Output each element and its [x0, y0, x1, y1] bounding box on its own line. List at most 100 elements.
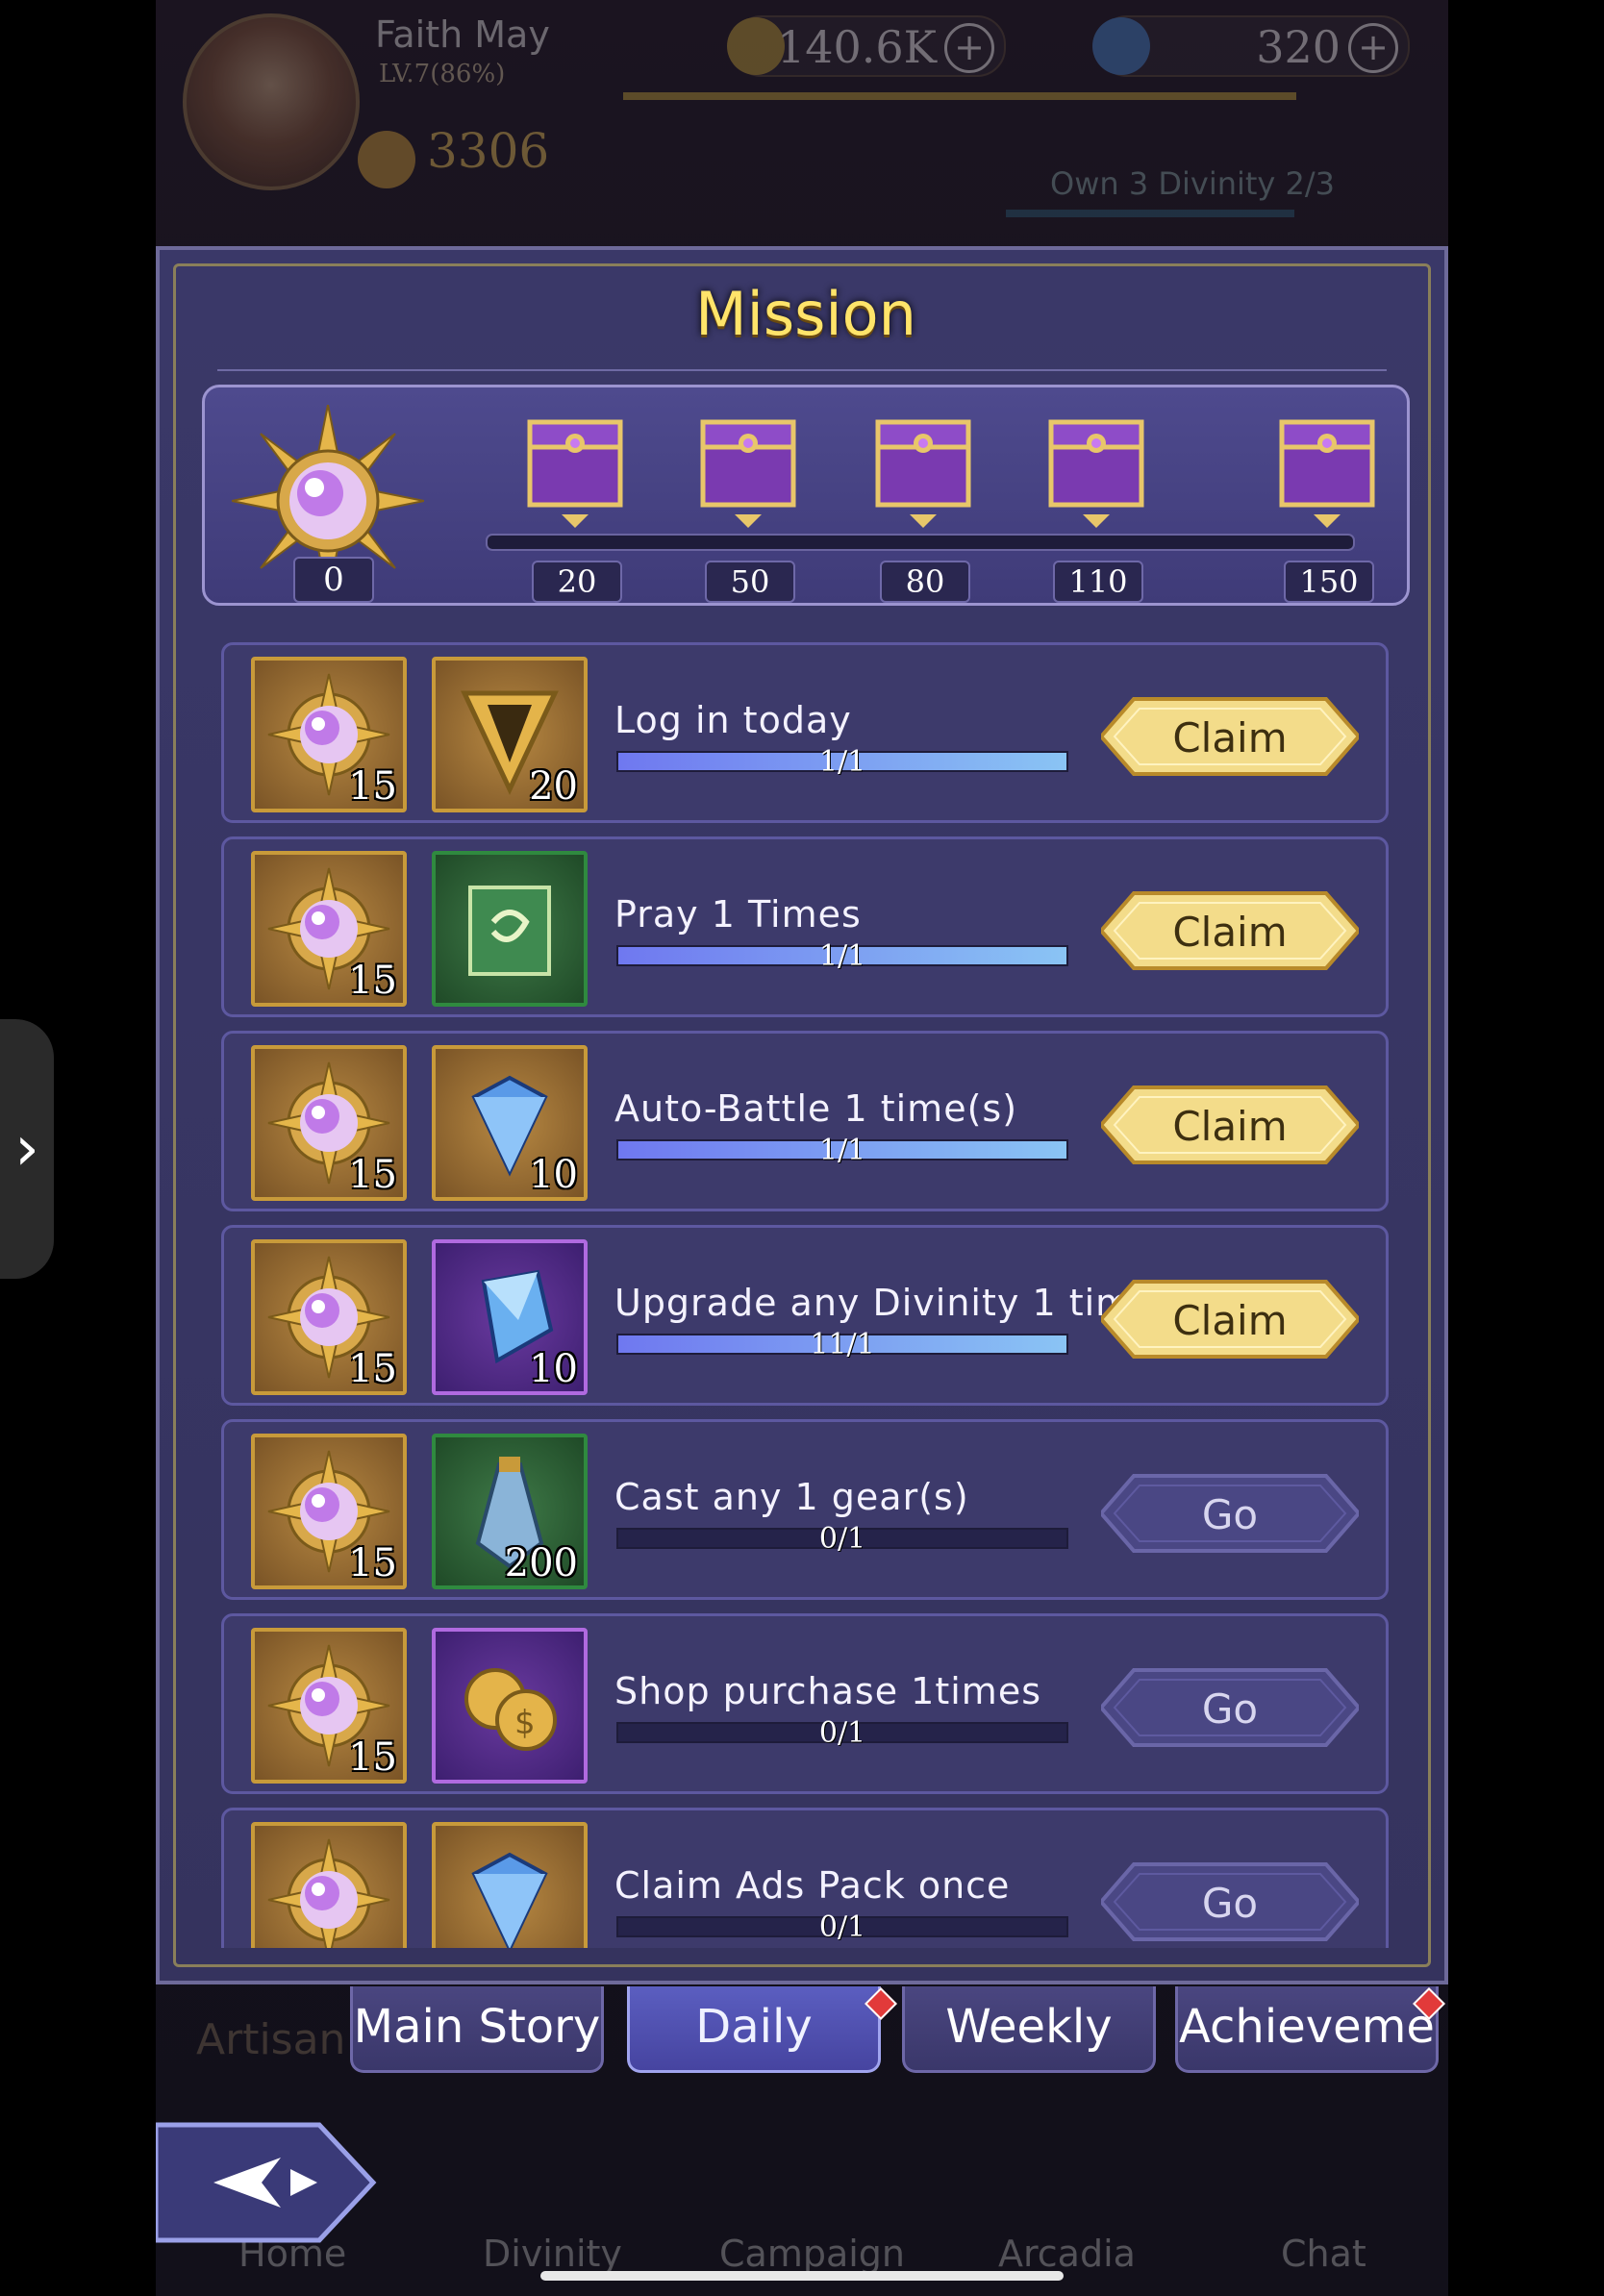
- tab-main-story[interactable]: Main Story: [350, 1986, 604, 2073]
- reward-qty: 15: [348, 1735, 397, 1780]
- activity-reward[interactable]: [251, 1822, 407, 1948]
- reward-qty: 15: [348, 764, 397, 809]
- milestone-label: 80: [880, 561, 970, 603]
- chest-icon: [1048, 419, 1144, 508]
- gold-counter: 140.6K +: [727, 15, 1006, 77]
- button-label: Claim: [1172, 1103, 1288, 1150]
- item-reward[interactable]: 20: [432, 657, 588, 812]
- button-label: Go: [1201, 1880, 1259, 1927]
- progress-text: 1/1: [818, 745, 866, 779]
- artisan-label: Artisan: [196, 2015, 346, 2064]
- reward-qty: 10: [529, 1153, 578, 1197]
- player-avatar[interactable]: [183, 13, 360, 190]
- tab-achievement[interactable]: Achieveme: [1175, 1986, 1439, 2073]
- mission-row: 15 10 Upgrade any Divinity 1 time(s) 11/…: [221, 1225, 1389, 1406]
- nav-chat[interactable]: Chat: [1281, 2233, 1366, 2275]
- gem-value: 320: [1256, 21, 1341, 73]
- mission-progress-bar: 1/1: [616, 1134, 1068, 1167]
- mission-progress-bar: 0/1: [616, 1716, 1068, 1750]
- tab-daily[interactable]: Daily: [627, 1986, 881, 2073]
- reward-qty: 15: [348, 1347, 397, 1391]
- player-name: Faith May: [375, 13, 550, 56]
- coins-icon: $: [464, 1668, 557, 1751]
- activity-reward[interactable]: 15: [251, 1628, 407, 1784]
- reward-qty: 15: [348, 1153, 397, 1197]
- side-drawer-handle[interactable]: ›: [0, 1019, 54, 1279]
- button-label: Go: [1201, 1491, 1259, 1538]
- mission-row: 15 Pray 1 Times 1/1 Claim: [221, 836, 1389, 1017]
- item-reward[interactable]: $: [432, 1628, 588, 1784]
- reward-qty: 15: [348, 1541, 397, 1585]
- mission-progress-bar: 0/1: [616, 1522, 1068, 1556]
- activity-reward[interactable]: 15: [251, 1045, 407, 1201]
- game-screen: Faith May LV.7(86%) 3306 140.6K + 320 + …: [156, 0, 1448, 2296]
- power-value: 3306: [427, 123, 550, 179]
- reward-qty: 200: [504, 1541, 578, 1585]
- activity-points: 0: [293, 557, 374, 603]
- fist-icon: [358, 131, 415, 188]
- gem-counter: 320 +: [1092, 15, 1410, 77]
- activity-progress: 0 20 50 80 110 150: [202, 385, 1410, 606]
- progress-text: 0/1: [818, 1716, 866, 1750]
- button-label: Claim: [1172, 1297, 1288, 1344]
- player-level: LV.7(86%): [379, 60, 506, 88]
- claim-button[interactable]: Claim: [1101, 889, 1359, 972]
- button-label: Go: [1201, 1685, 1259, 1733]
- activity-reward[interactable]: 15: [251, 657, 407, 812]
- go-button[interactable]: Go: [1101, 1860, 1359, 1943]
- nav-campaign[interactable]: Campaign: [719, 2233, 905, 2275]
- progress-text: 1/1: [818, 939, 866, 973]
- mission-row: 15 10 Auto-Battle 1 time(s) 1/1 Claim: [221, 1031, 1389, 1211]
- item-reward[interactable]: 10: [432, 1045, 588, 1201]
- tab-weekly[interactable]: Weekly: [902, 1986, 1156, 2073]
- activity-track: [486, 534, 1355, 551]
- milestone-label: 50: [705, 561, 795, 603]
- button-label: Claim: [1172, 714, 1288, 761]
- milestone-label: 110: [1053, 561, 1143, 603]
- mission-progress-bar: 1/1: [616, 745, 1068, 779]
- mission-list[interactable]: 15 20 Log in today 1/1 Claim 15 Pray 1 T…: [202, 631, 1410, 1948]
- progress-text: 1/1: [818, 1134, 866, 1167]
- chevron-right-icon: ›: [14, 1113, 39, 1185]
- claim-button[interactable]: Claim: [1101, 1278, 1359, 1360]
- milestone-label: 150: [1284, 561, 1374, 603]
- item-reward[interactable]: [432, 851, 588, 1007]
- mission-title: Auto-Battle 1 time(s): [614, 1087, 1018, 1130]
- add-gold-button[interactable]: +: [944, 23, 994, 73]
- exp-bar: [623, 92, 1296, 100]
- add-gem-button[interactable]: +: [1348, 23, 1398, 73]
- scroll-icon: [468, 886, 551, 976]
- player-hud: Faith May LV.7(86%) 3306 140.6K + 320 + …: [156, 0, 1448, 240]
- progress-text: 0/1: [818, 1910, 866, 1944]
- mission-title: Pray 1 Times: [614, 893, 862, 936]
- panel-title: Mission: [695, 279, 916, 349]
- activity-reward[interactable]: 15: [251, 1434, 407, 1589]
- mission-panel: Mission 0 20 50 80 110 150 15 20 Log in …: [156, 246, 1448, 1984]
- progress-text: 11/1: [810, 1328, 875, 1361]
- claim-button[interactable]: Claim: [1101, 695, 1359, 778]
- item-reward[interactable]: 200: [432, 1434, 588, 1589]
- activity-reward[interactable]: 15: [251, 1239, 407, 1395]
- chest-icon: [700, 419, 796, 508]
- mission-progress-bar: 11/1: [616, 1328, 1068, 1361]
- go-button[interactable]: Go: [1101, 1472, 1359, 1555]
- item-reward[interactable]: 10: [432, 1239, 588, 1395]
- nav-arcadia[interactable]: Arcadia: [998, 2233, 1136, 2275]
- mission-row: 15 $ Shop purchase 1times 0/1 Go: [221, 1613, 1389, 1794]
- claim-button[interactable]: Claim: [1101, 1084, 1359, 1166]
- mission-row: 15 20 Log in today 1/1 Claim: [221, 642, 1389, 823]
- activity-sun-icon: [267, 1838, 390, 1948]
- reward-qty: 20: [529, 764, 578, 809]
- item-reward[interactable]: [432, 1822, 588, 1948]
- gold-value: 140.6K: [776, 21, 937, 73]
- home-indicator[interactable]: [540, 2271, 1064, 2281]
- mission-row: Claim Ads Pack once 0/1 Go: [221, 1808, 1389, 1948]
- reward-qty: 10: [529, 1347, 578, 1391]
- go-button[interactable]: Go: [1101, 1666, 1359, 1749]
- nav-divinity[interactable]: Divinity: [483, 2233, 622, 2275]
- activity-reward[interactable]: 15: [251, 851, 407, 1007]
- divinity-quest[interactable]: Own 3 Divinity 2/3: [1050, 165, 1335, 202]
- mission-tabs: Artisan Main Story Daily Weekly Achievem…: [156, 1986, 1448, 2090]
- back-button[interactable]: [156, 2115, 377, 2250]
- chest-icon: [527, 419, 623, 508]
